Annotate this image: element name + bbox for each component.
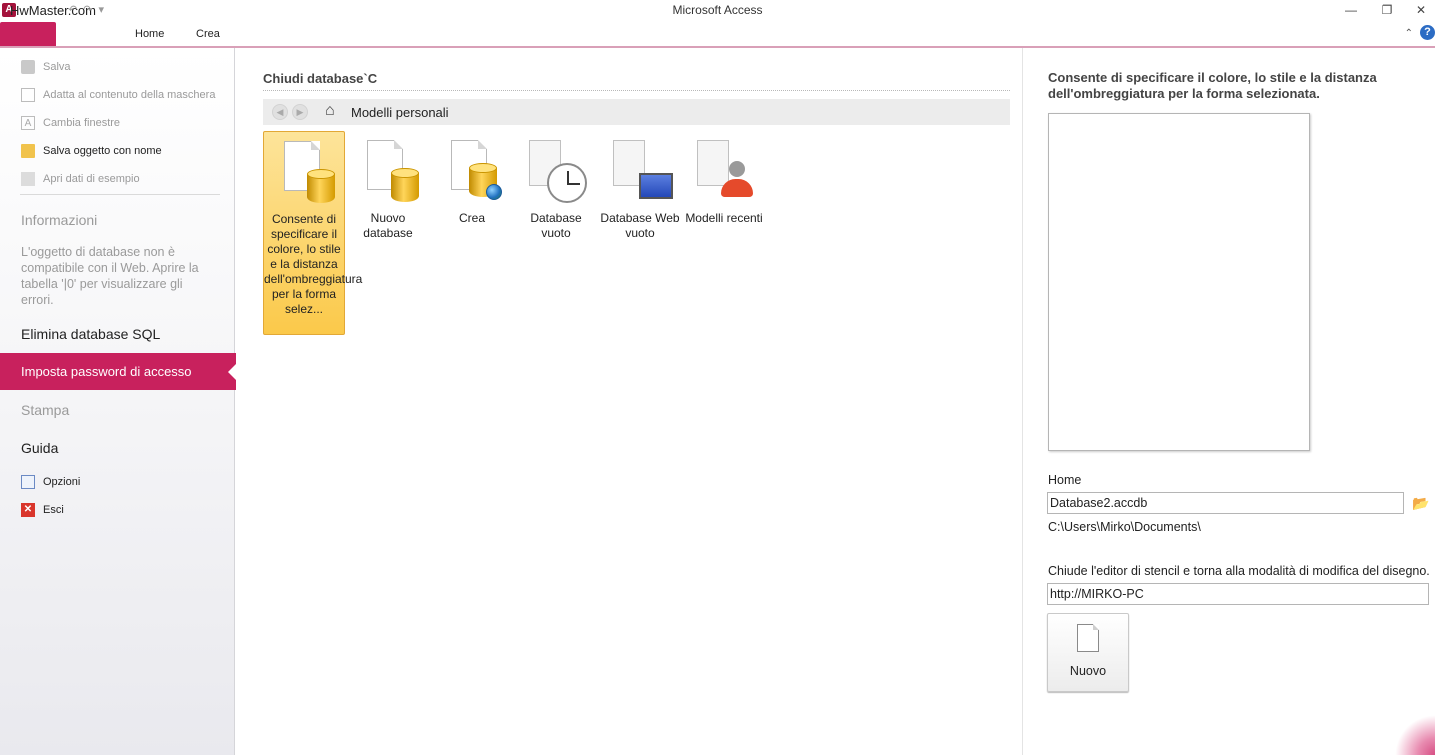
backstage-nav: Salva Adatta al contenuto della maschera…	[0, 48, 236, 755]
ribbon-tabs: Home Crea ⌃ ?	[0, 22, 1435, 48]
forward-arrow-icon[interactable]: ▶	[292, 104, 308, 120]
person-body-icon	[721, 179, 753, 197]
close-button[interactable]: ✕	[1410, 2, 1432, 18]
minimize-ribbon-icon[interactable]: ⌃	[1405, 28, 1413, 39]
tile-label: Database Web vuoto	[600, 211, 680, 240]
tile-label: Crea	[458, 211, 485, 225]
sample-data-icon	[21, 172, 35, 186]
file-name-input[interactable]	[1047, 492, 1404, 514]
restore-button[interactable]: ❐	[1376, 2, 1398, 18]
tile-nuovo-database[interactable]: Nuovo database	[347, 131, 429, 251]
new-document-icon	[1077, 624, 1099, 652]
options-icon	[21, 475, 35, 489]
minimize-button[interactable]: —	[1340, 2, 1362, 18]
section-title: Chiudi database`C	[263, 71, 378, 86]
exit-icon: ✕	[21, 503, 35, 517]
save-icon	[21, 60, 35, 74]
clock-icon	[547, 163, 587, 203]
tile-label: Nuovo database	[363, 211, 413, 240]
file-name-label: Home	[1048, 473, 1082, 487]
nav-save[interactable]: Salva	[21, 58, 71, 76]
breadcrumb: Modelli personali	[351, 105, 449, 120]
nav-informazioni[interactable]: Informazioni	[21, 212, 97, 228]
database-cylinder-icon	[307, 169, 335, 203]
template-navbar: ◀ ▶ ⌂ Modelli personali	[263, 99, 1010, 125]
nav-sample-data-label: Apri dati di esempio	[43, 173, 140, 185]
nav-opzioni[interactable]: Opzioni	[21, 473, 80, 491]
file-tab[interactable]	[0, 22, 56, 46]
nav-esci[interactable]: ✕ Esci	[21, 501, 64, 519]
nav-sample-data[interactable]: Apri dati di esempio	[21, 170, 140, 188]
nav-save-as[interactable]: Salva oggetto con nome	[21, 142, 162, 160]
help-icon[interactable]: ?	[1420, 25, 1435, 40]
nav-switch-windows[interactable]: A Cambia finestre	[21, 114, 120, 132]
nav-fit-form-label: Adatta al contenuto della maschera	[43, 89, 216, 101]
monitor-icon	[639, 173, 673, 199]
create-new-label: Nuovo	[1069, 664, 1107, 678]
nav-opzioni-label: Opzioni	[43, 476, 81, 488]
preview-description: Consente di specificare il colore, lo st…	[1048, 70, 1377, 101]
tile-database-web-vuoto[interactable]: Database Web vuoto	[599, 131, 681, 251]
server-label: Chiude l'editor di stencil e torna alla …	[1048, 564, 1430, 578]
folder-open-icon	[21, 144, 35, 158]
section-divider	[263, 90, 1010, 91]
template-preview	[1048, 113, 1310, 451]
globe-icon	[486, 184, 502, 200]
nav-guida[interactable]: Guida	[21, 440, 58, 456]
file-path: C:\Users\Mirko\Documents\	[1048, 520, 1201, 534]
title-bar: A HwMaster.com ↶↷▾ Microsoft Access — ❐ …	[0, 0, 1435, 22]
selection-notch	[228, 364, 236, 380]
restore-icon: ❐	[1381, 3, 1393, 17]
document-stack-icon	[697, 140, 729, 186]
tile-modelli-recenti[interactable]: Modelli recenti	[683, 131, 765, 251]
nav-imposta-password-label: Imposta password di accesso	[21, 364, 192, 379]
nav-stampa[interactable]: Stampa	[21, 402, 69, 418]
window-title: Microsoft Access	[672, 3, 763, 17]
server-url-input[interactable]	[1047, 583, 1429, 605]
home-icon[interactable]: ⌂	[325, 102, 335, 120]
minimize-icon: —	[1345, 3, 1357, 17]
tile-database-vuoto[interactable]: Database vuoto	[515, 131, 597, 251]
nav-elimina-database[interactable]: Elimina database SQL	[21, 326, 160, 342]
corner-decoration	[1395, 715, 1435, 755]
fit-icon	[21, 88, 35, 102]
tile-label: Modelli recenti	[685, 211, 763, 225]
tab-crea[interactable]: Crea	[196, 28, 220, 40]
close-icon: ✕	[1415, 3, 1427, 17]
panel-divider	[1022, 48, 1023, 755]
tile-label: Database vuoto	[530, 211, 582, 240]
nav-switch-windows-label: Cambia finestre	[43, 117, 121, 129]
create-new-button[interactable]: Nuovo	[1047, 613, 1129, 692]
nav-info-description: L'oggetto di database non è compatibile …	[21, 245, 199, 307]
person-icon	[729, 161, 745, 177]
nav-esci-label: Esci	[43, 504, 64, 516]
tile-selected-template[interactable]: Consente di specificare il colore, lo st…	[263, 131, 363, 335]
nav-save-label: Salva	[43, 61, 71, 73]
tab-home[interactable]: Home	[135, 28, 164, 40]
tile-label: Consente di specificare il colore, lo st…	[264, 212, 363, 316]
nav-fit-form[interactable]: Adatta al contenuto della maschera	[21, 86, 215, 104]
nav-imposta-password[interactable]: Imposta password di accesso	[0, 353, 236, 390]
database-cylinder-icon	[391, 168, 419, 202]
nav-divider	[20, 194, 220, 195]
nav-save-as-label: Salva oggetto con nome	[43, 145, 162, 157]
browse-folder-icon[interactable]: 📂	[1412, 495, 1430, 511]
switch-windows-icon: A	[21, 116, 35, 130]
tile-crea[interactable]: Crea	[431, 131, 513, 251]
back-arrow-icon[interactable]: ◀	[272, 104, 288, 120]
